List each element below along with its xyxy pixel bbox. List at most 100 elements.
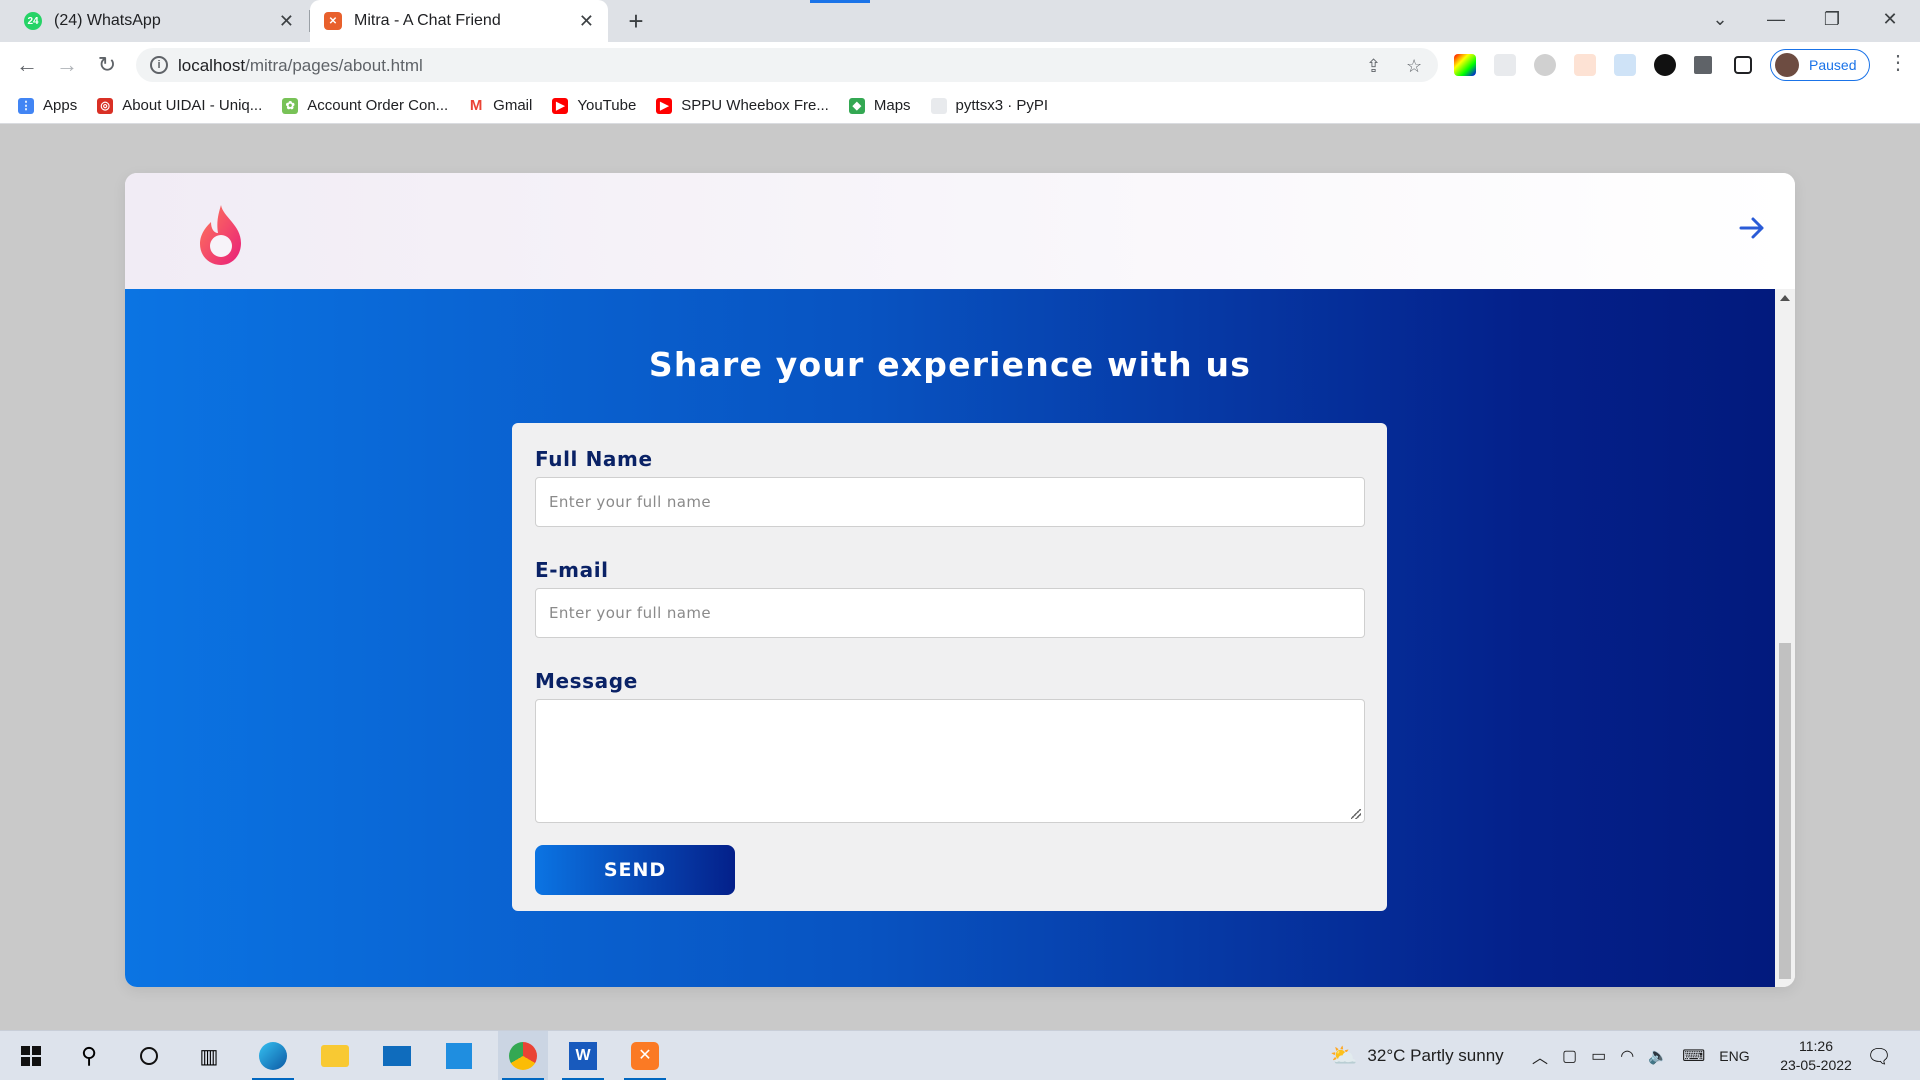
color-extension-icon[interactable] — [1454, 54, 1476, 76]
page-scrollbar[interactable] — [1775, 289, 1795, 987]
url-text: localhost/mitra/pages/about.html — [178, 56, 423, 76]
back-button[interactable]: ← — [12, 50, 42, 80]
gear-extension-icon[interactable] — [1534, 54, 1556, 76]
volume-icon[interactable]: 🔈 — [1648, 1046, 1668, 1066]
windows-taskbar: ⚲ ▥ W ✕ ⛅ 32°C Partly sunny ︿ ▢ ▭ ◠ 🔈 ⌨ … — [0, 1030, 1920, 1080]
arrow-right-icon[interactable] — [1737, 213, 1767, 243]
minimize-button[interactable]: — — [1748, 0, 1804, 40]
scrollbar-thumb[interactable] — [1779, 643, 1791, 979]
feedback-form: Full Name Enter your full name E-mail En… — [512, 423, 1387, 911]
close-tab-icon[interactable]: ✕ — [279, 11, 294, 32]
close-tab-icon[interactable]: ✕ — [579, 11, 594, 32]
restore-button[interactable]: ❐ — [1804, 0, 1860, 40]
tab-search-icon[interactable]: ⌄ — [1692, 0, 1748, 40]
bookmark-label: Account Order Con... — [307, 97, 449, 114]
browser-toolbar: ← → ↻ i localhost/mitra/pages/about.html… — [0, 42, 1920, 88]
message-textarea[interactable] — [535, 699, 1365, 823]
tab-mitra[interactable]: ✕ Mitra - A Chat Friend ✕ — [310, 0, 608, 42]
site-info-icon[interactable]: i — [150, 56, 168, 74]
tab-whatsapp[interactable]: 24 (24) WhatsApp ✕ — [0, 0, 308, 42]
task-view-icon[interactable]: ▥ — [184, 1031, 234, 1080]
side-panel-icon[interactable] — [1734, 56, 1752, 74]
audio-extension-icon[interactable] — [1654, 54, 1676, 76]
meet-icon[interactable]: ▢ — [1562, 1046, 1577, 1066]
site-header — [125, 173, 1795, 289]
share-icon[interactable]: ⇪ — [1366, 56, 1381, 77]
pen-extension-icon[interactable] — [1614, 54, 1636, 76]
page-viewport: Share your experience with us Full Name … — [0, 125, 1920, 1030]
file-explorer-icon[interactable] — [310, 1031, 360, 1080]
bookmark-pypi[interactable]: pyttsx3 · PyPI — [930, 97, 1049, 114]
bookmark-apps[interactable]: ⋮ Apps — [18, 97, 77, 114]
tab-title: (24) WhatsApp — [54, 12, 161, 29]
bookmark-youtube[interactable]: ▶ YouTube — [552, 97, 636, 114]
loading-indicator — [810, 0, 870, 3]
maps-icon: ◆ — [848, 97, 865, 114]
search-icon[interactable]: ⚲ — [64, 1031, 114, 1080]
bookmark-label: pyttsx3 · PyPI — [955, 97, 1049, 114]
full-name-label: Full Name — [535, 447, 653, 471]
chevron-up-icon[interactable]: ︿ — [1532, 1044, 1548, 1068]
gmail-icon: M — [468, 97, 485, 114]
close-window-button[interactable]: ✕ — [1862, 0, 1918, 40]
bookmark-maps[interactable]: ◆ Maps — [848, 97, 911, 114]
bookmark-label: Gmail — [493, 97, 533, 114]
clock[interactable]: 11:26 23-05-2022 — [1766, 1037, 1866, 1075]
language-indicator[interactable]: ENG — [1719, 1048, 1749, 1064]
flame-logo-icon[interactable] — [193, 203, 249, 267]
extensions-puzzle-icon[interactable] — [1694, 56, 1712, 74]
eyedropper-icon[interactable] — [1494, 54, 1516, 76]
url-path: /mitra/pages/about.html — [245, 56, 423, 75]
battery-icon[interactable]: ▭ — [1591, 1046, 1606, 1066]
bookmark-label: About UIDAI - Uniq... — [122, 97, 263, 114]
full-name-input[interactable]: Enter your full name — [535, 477, 1365, 527]
notification-icon[interactable]: 🗨 — [1854, 1031, 1904, 1080]
bookmark-uidai[interactable]: ◎ About UIDAI - Uniq... — [97, 97, 262, 114]
windows-start-icon[interactable] — [6, 1031, 56, 1080]
apps-grid-icon: ⋮ — [18, 97, 34, 114]
xampp-icon: ✕ — [324, 12, 342, 30]
bookmark-star-icon[interactable]: ☆ — [1406, 56, 1422, 77]
send-button[interactable]: SEND — [535, 845, 735, 895]
xampp-icon[interactable]: ✕ — [620, 1031, 670, 1080]
wifi-icon[interactable]: ◠ — [1620, 1046, 1634, 1066]
tab-strip: 24 (24) WhatsApp ✕ ✕ Mitra - A Chat Frie… — [0, 0, 1920, 42]
avatar — [1775, 53, 1799, 77]
bookmark-gmail[interactable]: M Gmail — [468, 97, 532, 114]
bookmark-label: YouTube — [577, 97, 637, 114]
calendar-extension-icon[interactable] — [1574, 54, 1596, 76]
forward-button[interactable]: → — [52, 50, 82, 80]
reload-button[interactable]: ↻ — [92, 50, 122, 80]
edge-icon[interactable] — [248, 1031, 298, 1080]
new-tab-button[interactable]: + — [620, 6, 652, 38]
weather-widget[interactable]: ⛅ 32°C Partly sunny — [1330, 1031, 1504, 1080]
uidai-icon: ◎ — [97, 97, 114, 114]
profile-button[interactable]: Paused — [1770, 49, 1870, 81]
tab-title: Mitra - A Chat Friend — [354, 12, 501, 29]
address-bar[interactable]: i localhost/mitra/pages/about.html ⇪ ☆ — [136, 48, 1438, 82]
chrome-icon[interactable] — [498, 1031, 548, 1080]
resize-handle-icon[interactable] — [1351, 809, 1361, 819]
section-title: Share your experience with us — [648, 345, 1252, 384]
partly-sunny-icon: ⛅ — [1330, 1043, 1358, 1068]
feedback-section: Share your experience with us Full Name … — [125, 289, 1775, 987]
youtube-icon: ▶ — [552, 97, 569, 114]
bookmark-sppu[interactable]: ▶ SPPU Wheebox Fre... — [656, 97, 829, 114]
url-host: localhost — [178, 56, 246, 75]
site-container: Share your experience with us Full Name … — [125, 173, 1795, 987]
email-input[interactable]: Enter your full name — [535, 588, 1365, 638]
bookmark-label: Maps — [873, 97, 911, 114]
whatsapp-icon: 24 — [24, 12, 42, 30]
clock-time: 11:26 — [1799, 1038, 1833, 1054]
word-icon[interactable]: W — [558, 1031, 608, 1080]
weather-text: 32°C Partly sunny — [1367, 1046, 1504, 1065]
browser-menu-icon[interactable]: ⋮ — [1888, 50, 1908, 75]
pypi-icon — [930, 97, 947, 114]
scroll-up-arrow-icon[interactable] — [1780, 295, 1790, 301]
mail-icon[interactable] — [372, 1031, 422, 1080]
store-icon[interactable] — [434, 1031, 484, 1080]
keyboard-icon[interactable]: ⌨ — [1682, 1046, 1705, 1066]
system-tray: ︿ ▢ ▭ ◠ 🔈 ⌨ ENG — [1532, 1031, 1750, 1080]
bookmark-account-order[interactable]: ✿ Account Order Con... — [282, 97, 448, 114]
cortana-icon[interactable] — [124, 1031, 174, 1080]
